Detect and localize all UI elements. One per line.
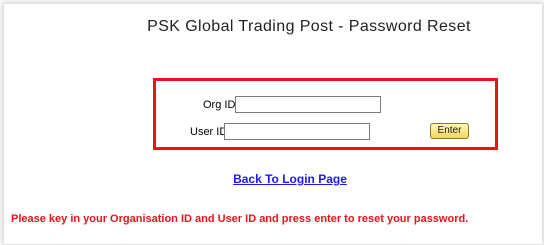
back-to-login-link[interactable]: Back To Login Page [0,172,544,186]
user-id-input[interactable] [224,123,370,140]
org-id-label: Org ID: [203,98,239,111]
page-title: PSK Global Trading Post - Password Reset [147,18,471,35]
user-id-row: User ID: [190,123,370,140]
instruction-message: Please key in your Organisation ID and U… [11,213,469,225]
enter-button[interactable]: Enter [430,123,469,139]
password-reset-page: PSK Global Trading Post - Password Reset… [0,0,544,245]
org-id-row: Org ID: [190,96,381,113]
org-id-input[interactable] [235,96,381,113]
user-id-label: User ID: [190,125,231,138]
